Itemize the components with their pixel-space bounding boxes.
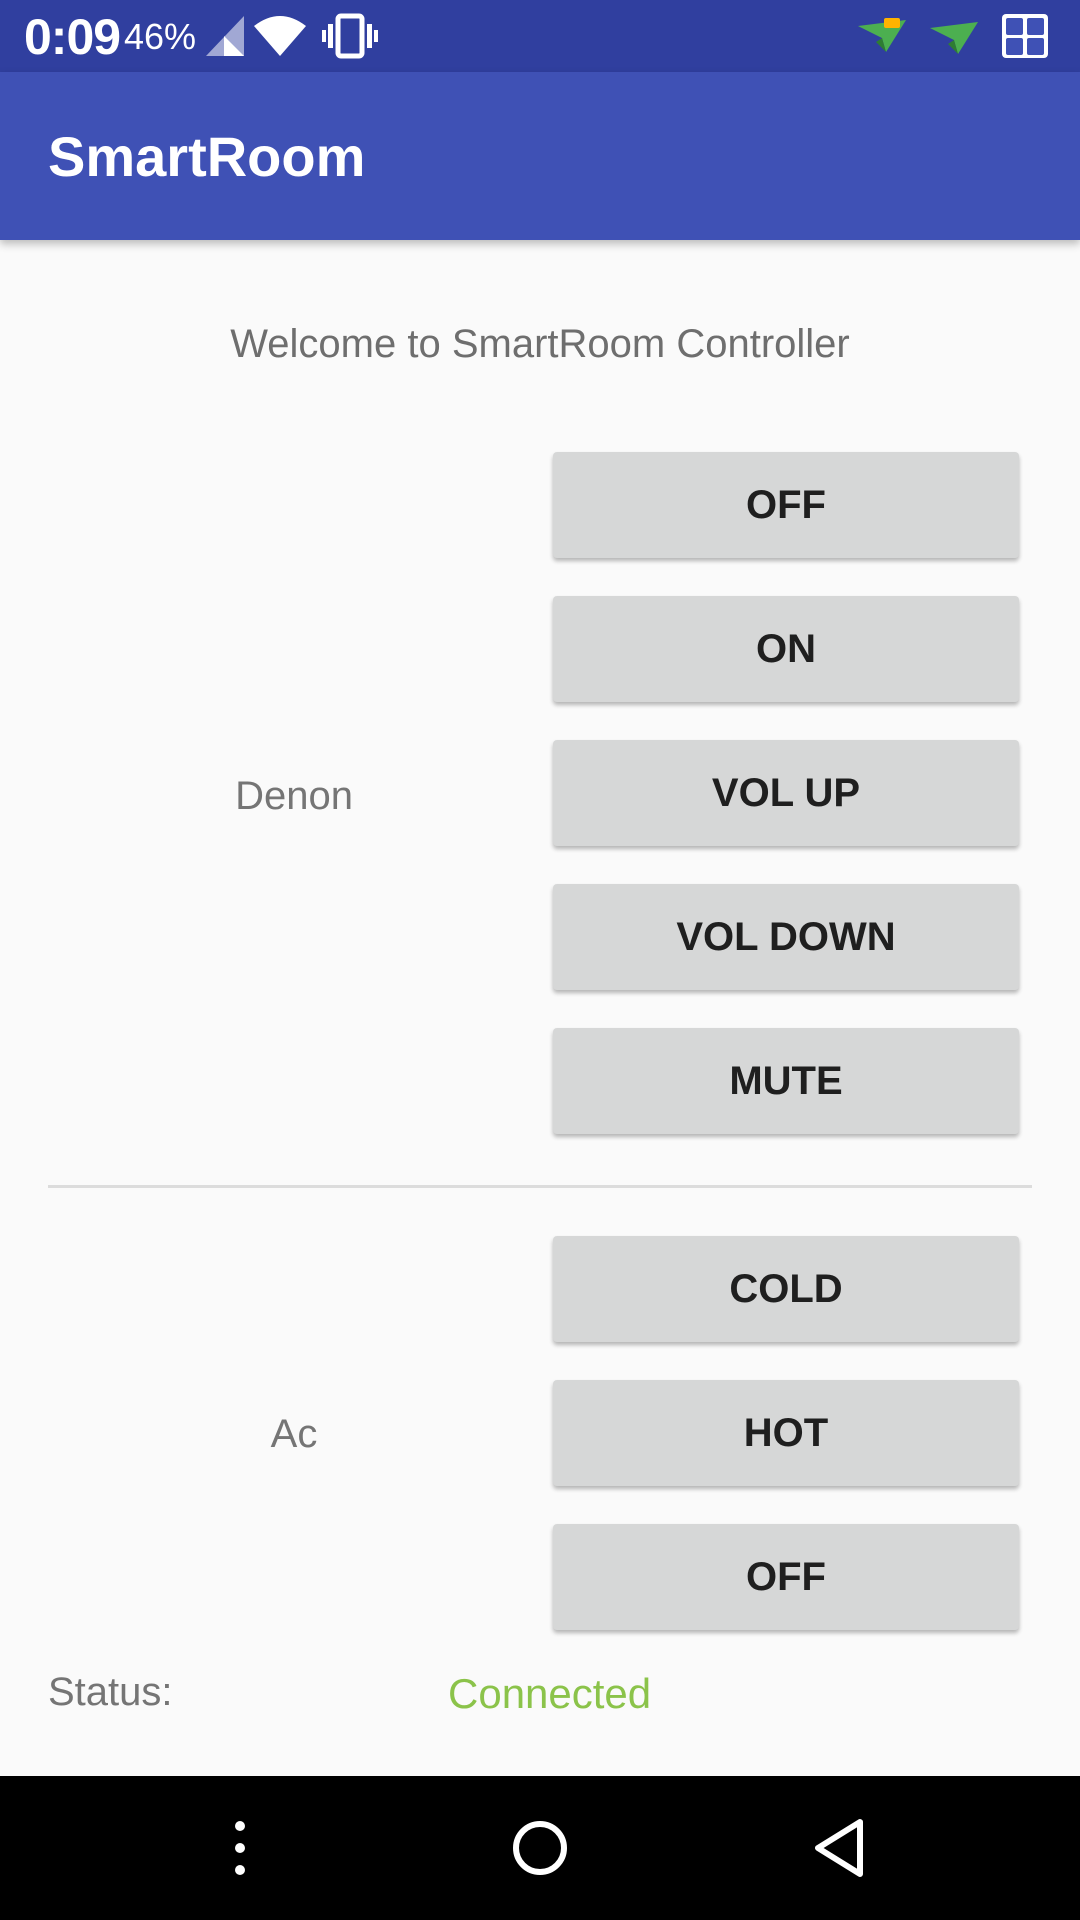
screen: 0:09 46% SmartRoom Welcome to SmartRoom … bbox=[0, 0, 1080, 1920]
app-bar: SmartRoom bbox=[0, 72, 1080, 240]
denon-vol-down-button[interactable]: VOL DOWN bbox=[553, 884, 1019, 990]
more-vertical-icon[interactable] bbox=[190, 1798, 290, 1898]
ac-label: Ac bbox=[270, 1412, 318, 1456]
ac-off-button[interactable]: OFF bbox=[553, 1524, 1019, 1630]
vibrate-icon bbox=[322, 12, 378, 65]
notification-icon bbox=[928, 18, 980, 63]
wifi-icon bbox=[252, 14, 308, 63]
ac-hot-button[interactable]: HOT bbox=[553, 1380, 1019, 1486]
navigation-bar bbox=[0, 1776, 1080, 1920]
welcome-text: Welcome to SmartRoom Controller bbox=[230, 322, 850, 366]
notification-icon bbox=[856, 16, 908, 61]
home-icon[interactable] bbox=[490, 1798, 590, 1898]
denon-off-button[interactable]: OFF bbox=[553, 452, 1019, 558]
denon-mute-button[interactable]: MUTE bbox=[553, 1028, 1019, 1134]
status-label: Status: bbox=[48, 1670, 173, 1714]
battery-percentage: 46% bbox=[124, 16, 197, 57]
denon-on-button[interactable]: ON bbox=[553, 596, 1019, 702]
status-bar: 0:09 46% bbox=[0, 0, 1080, 72]
app-title: SmartRoom bbox=[48, 125, 366, 188]
connection-status: Connected bbox=[448, 1670, 652, 1717]
status-time: 0:09 bbox=[24, 9, 121, 65]
app-icon bbox=[1000, 12, 1050, 65]
section-divider bbox=[48, 1185, 1032, 1188]
denon-vol-up-button[interactable]: VOL UP bbox=[553, 740, 1019, 846]
back-icon[interactable] bbox=[790, 1798, 890, 1898]
denon-label: Denon bbox=[235, 774, 353, 818]
ac-cold-button[interactable]: COLD bbox=[553, 1236, 1019, 1342]
signal-icon bbox=[204, 14, 246, 63]
